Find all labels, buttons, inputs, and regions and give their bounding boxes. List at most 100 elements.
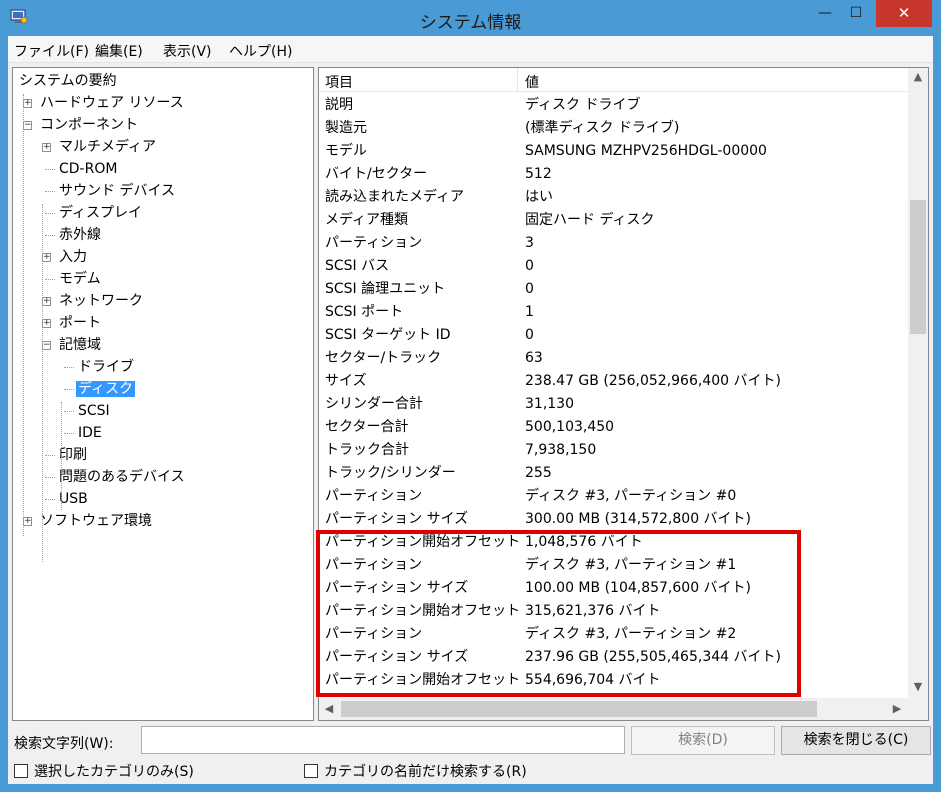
tree-item[interactable]: ハードウェア リソース	[38, 92, 186, 114]
row-value: 100.00 MB (104,857,600 バイト)	[525, 580, 752, 596]
selected-category-only-checkbox[interactable]: 選択したカテゴリのみ(S)	[14, 761, 194, 780]
details-row[interactable]: シリンダー合計 31,130	[319, 393, 907, 416]
row-item: セクター/トラック	[325, 350, 442, 366]
tree-item[interactable]: IDE	[76, 422, 104, 444]
expand-icon[interactable]: +	[42, 253, 51, 262]
checkbox-box[interactable]	[304, 764, 318, 778]
details-row[interactable]: トラック/シリンダー 255	[319, 462, 907, 485]
tree-item[interactable]: ソフトウェア環境	[38, 510, 154, 532]
details-row[interactable]: パーティション開始オフセット 315,621,376 バイト	[319, 600, 907, 623]
column-header-value[interactable]: 値	[525, 72, 539, 92]
menu-view[interactable]: 表示(V)	[163, 41, 212, 61]
tree-item[interactable]: サウンド デバイス	[57, 180, 177, 202]
details-row[interactable]: SCSI 論理ユニット 0	[319, 278, 907, 301]
details-row[interactable]: 説明 ディスク ドライブ	[319, 94, 907, 117]
title-bar[interactable]: システム情報 — ☐ ✕	[0, 0, 941, 36]
details-row[interactable]: パーティション ディスク #3, パーティション #0	[319, 485, 907, 508]
window-client-area: ファイル(F) 編集(E) 表示(V) ヘルプ(H) システムの要約ハードウェア…	[8, 36, 933, 784]
row-value: 554,696,704 バイト	[525, 672, 661, 688]
tree-item-label: マルチメディア	[59, 139, 157, 155]
tree-item[interactable]: CD-ROM	[57, 158, 119, 180]
menu-edit[interactable]: 編集(E)	[95, 41, 143, 61]
close-window-button[interactable]: ✕	[876, 0, 932, 27]
details-row[interactable]: パーティション ディスク #3, パーティション #2	[319, 623, 907, 646]
row-item: SCSI 論理ユニット	[325, 281, 446, 297]
scroll-down-icon[interactable]: ▼	[908, 678, 928, 696]
expand-icon[interactable]: +	[23, 517, 32, 526]
details-row[interactable]: SCSI ターゲット ID 0	[319, 324, 907, 347]
tree-guide-line	[42, 204, 43, 562]
horizontal-scrollbar[interactable]: ◀ ▶	[319, 698, 908, 720]
menu-help[interactable]: ヘルプ(H)	[229, 41, 292, 61]
collapse-icon[interactable]: −	[42, 341, 51, 350]
tree-item[interactable]: コンポーネント	[38, 114, 140, 136]
tree-item[interactable]: ディスク	[76, 378, 136, 400]
menu-bar: ファイル(F) 編集(E) 表示(V) ヘルプ(H)	[8, 36, 933, 63]
search-input[interactable]	[141, 726, 625, 754]
tree-item-label: ハードウェア リソース	[40, 95, 184, 111]
details-row[interactable]: パーティション開始オフセット 1,048,576 バイト	[319, 531, 907, 554]
tree-connector	[45, 477, 55, 478]
details-row[interactable]: 製造元 (標準ディスク ドライブ)	[319, 117, 907, 140]
details-row[interactable]: SCSI バス 0	[319, 255, 907, 278]
details-row[interactable]: モデル SAMSUNG MZHPV256HDGL-00000	[319, 140, 907, 163]
category-tree[interactable]: システムの要約 ハードウェア リソース + コンポーネント − マルチメディア + CD-RO…	[12, 67, 314, 721]
expand-icon[interactable]: +	[42, 319, 51, 328]
tree-item[interactable]: マルチメディア	[57, 136, 158, 158]
checkbox-box[interactable]	[14, 764, 28, 778]
category-names-only-checkbox[interactable]: カテゴリの名前だけ検索する(R)	[304, 761, 527, 780]
horizontal-scroll-thumb[interactable]	[341, 701, 817, 717]
details-row[interactable]: セクター/トラック 63	[319, 347, 907, 370]
close-search-button[interactable]: 検索を閉じる(C)	[781, 726, 931, 755]
details-row[interactable]: トラック合計 7,938,150	[319, 439, 907, 462]
details-row[interactable]: パーティション ディスク #3, パーティション #1	[319, 554, 907, 577]
row-item: メディア種類	[325, 212, 409, 228]
tree-item[interactable]: ドライブ	[76, 356, 136, 378]
expand-icon[interactable]: +	[23, 99, 32, 108]
details-row[interactable]: パーティション サイズ 100.00 MB (104,857,600 バイト)	[319, 577, 907, 600]
menu-file[interactable]: ファイル(F)	[14, 41, 89, 61]
column-separator[interactable]	[517, 68, 518, 92]
details-list[interactable]: 項目 値 説明 ディスク ドライブ 製造元 (標準ディスク ドライブ) モデル SAMSU…	[318, 67, 929, 721]
expand-icon[interactable]: +	[42, 143, 51, 152]
details-row[interactable]: パーティション サイズ 300.00 MB (314,572,800 バイト)	[319, 508, 907, 531]
vertical-scroll-thumb[interactable]	[910, 200, 926, 334]
details-row[interactable]: パーティション サイズ 237.96 GB (255,505,465,344 バイ…	[319, 646, 907, 669]
tree-item-label: CD-ROM	[59, 161, 118, 177]
row-value: 315,621,376 バイト	[525, 603, 661, 619]
tree-item[interactable]: 記憶域	[57, 334, 103, 356]
scroll-right-icon[interactable]: ▶	[887, 700, 907, 718]
tree-item[interactable]: 赤外線	[57, 224, 103, 246]
maximize-button[interactable]: ☐	[841, 0, 871, 27]
expand-icon[interactable]: +	[42, 297, 51, 306]
details-row[interactable]: SCSI ポート 1	[319, 301, 907, 324]
column-header-item[interactable]: 項目	[325, 72, 353, 92]
row-item: パーティション サイズ	[325, 649, 469, 665]
scroll-up-icon[interactable]: ▲	[908, 68, 928, 86]
details-row[interactable]: 読み込まれたメディア はい	[319, 186, 907, 209]
tree-item[interactable]: ネットワーク	[57, 290, 145, 312]
vertical-scrollbar[interactable]: ▲ ▼	[908, 68, 928, 698]
tree-item-label: 赤外線	[59, 227, 101, 243]
minimize-button[interactable]: —	[811, 0, 839, 27]
row-value: 31,130	[525, 396, 574, 412]
tree-item[interactable]: ポート	[57, 312, 103, 334]
tree-item[interactable]: 入力	[57, 246, 89, 268]
row-item: パーティション	[325, 557, 423, 573]
details-row[interactable]: パーティション開始オフセット 554,696,704 バイト	[319, 669, 907, 692]
tree-item[interactable]: システムの要約	[17, 70, 119, 92]
tree-item[interactable]: ディスプレイ	[57, 202, 144, 224]
tree-item[interactable]: SCSI	[76, 400, 112, 422]
collapse-icon[interactable]: −	[23, 121, 32, 130]
details-row[interactable]: パーティション 3	[319, 232, 907, 255]
details-row[interactable]: バイト/セクター 512	[319, 163, 907, 186]
search-button[interactable]: 検索(D)	[631, 726, 775, 755]
details-row[interactable]: メディア種類 固定ハード ディスク	[319, 209, 907, 232]
scroll-left-icon[interactable]: ◀	[319, 700, 339, 718]
tree-item[interactable]: モデム	[57, 268, 103, 290]
details-row[interactable]: セクター合計 500,103,450	[319, 416, 907, 439]
details-row[interactable]: サイズ 238.47 GB (256,052,966,400 バイト)	[319, 370, 907, 393]
row-value: 1,048,576 バイト	[525, 534, 643, 550]
row-value: 63	[525, 350, 543, 366]
tree-item[interactable]: 問題のあるデバイス	[57, 466, 187, 488]
